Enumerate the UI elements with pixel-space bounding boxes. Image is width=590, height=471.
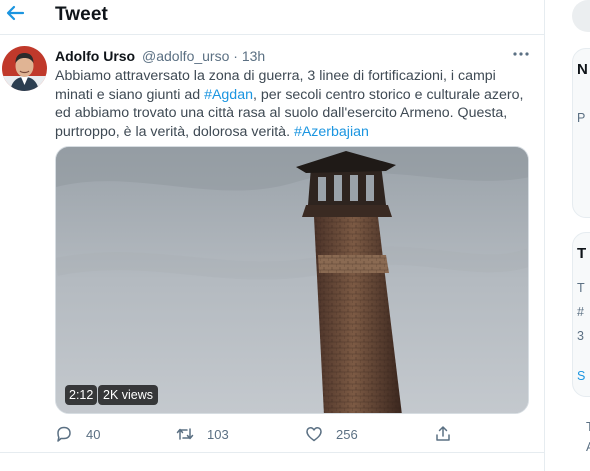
tweet-meta: Adolfo Urso @adolfo_urso · 13h	[55, 48, 265, 64]
video-player[interactable]: 2:12 2K views	[55, 146, 529, 414]
author-handle[interactable]: @adolfo_urso	[142, 48, 229, 64]
video-duration-badge: 2:12	[65, 385, 98, 405]
trends-heading: T	[577, 245, 587, 262]
arrow-left-icon	[6, 5, 25, 21]
retweet-button[interactable]: 103	[175, 422, 229, 446]
footer-link[interactable]: A	[586, 440, 590, 454]
page-title: Tweet	[55, 4, 108, 25]
sidebar-card: N P	[572, 48, 590, 218]
sidebar-card-text: P	[577, 111, 586, 125]
trends-card: T T # 3 S	[572, 232, 590, 397]
hashtag-link[interactable]: #Agdan	[204, 87, 253, 103]
like-count: 256	[336, 426, 358, 442]
reply-button[interactable]: 40	[54, 422, 100, 446]
heart-icon	[306, 427, 322, 442]
author-name[interactable]: Adolfo Urso	[55, 48, 135, 64]
twitter-page: Tweet Adolfo Urso @adolfo_urso · 13h Abb…	[0, 0, 590, 471]
video-thumbnail	[56, 147, 528, 413]
share-icon	[436, 426, 450, 441]
reply-count: 40	[86, 426, 101, 442]
more-button[interactable]	[510, 47, 532, 61]
search-box[interactable]	[572, 0, 590, 32]
main-column: Tweet Adolfo Urso @adolfo_urso · 13h Abb…	[0, 0, 545, 471]
more-dots-icon	[513, 52, 529, 56]
video-views-badge: 2K views	[98, 385, 159, 405]
trend-item[interactable]: 3	[577, 329, 584, 343]
sidebar-card-heading: N	[577, 61, 588, 78]
meta-separator: ·	[233, 48, 238, 64]
hashtag-link[interactable]: #Azerbajian	[294, 124, 369, 140]
tweet-header: Tweet	[0, 0, 545, 35]
tweet-time[interactable]: 13h	[242, 48, 265, 64]
retweet-count: 103	[207, 426, 229, 442]
trend-item[interactable]: T	[577, 281, 585, 295]
trend-item[interactable]: #	[577, 305, 584, 319]
share-button[interactable]	[433, 422, 453, 446]
tweet-text: Abbiamo attraversato la zona di guerra, …	[55, 67, 530, 141]
tweet-actions: 40 103 256	[0, 422, 545, 446]
divider	[0, 452, 545, 453]
retweet-icon	[176, 428, 194, 440]
avatar[interactable]	[2, 46, 47, 91]
reply-icon	[57, 426, 71, 442]
back-button[interactable]	[2, 2, 28, 24]
show-more-link[interactable]: S	[577, 369, 585, 383]
footer-link[interactable]: T	[586, 420, 590, 434]
right-sidebar: N P T T # 3 S T A	[546, 0, 590, 471]
like-button[interactable]: 256	[304, 422, 358, 446]
